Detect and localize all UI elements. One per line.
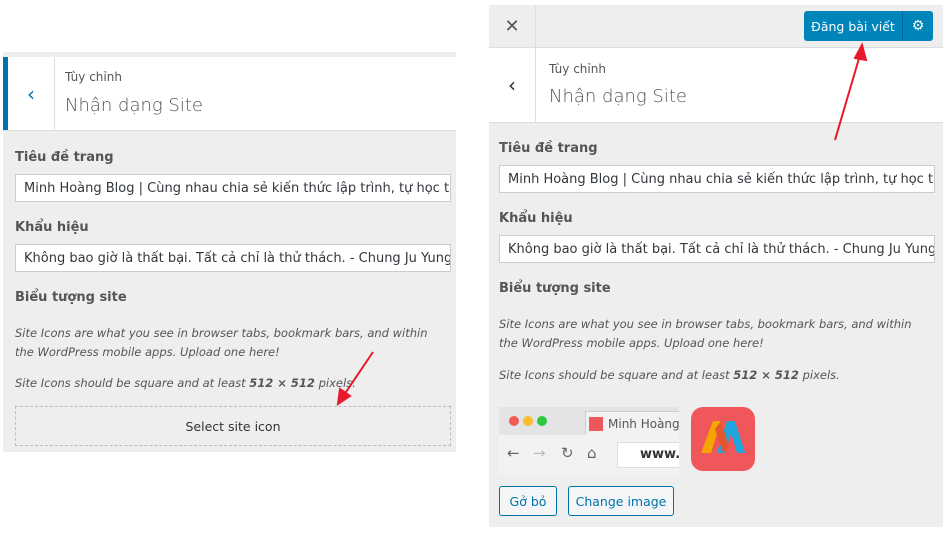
page-title: Nhận dạng Site — [65, 95, 203, 116]
close-button[interactable]: ✕ — [489, 5, 536, 47]
site-icon-label: Biểu tượng site — [499, 281, 611, 296]
favicon-icon — [589, 417, 603, 431]
reload-icon: ↻ — [561, 444, 574, 462]
close-icon: ✕ — [504, 15, 520, 37]
site-icon-size-note: Site Icons should be square and at least… — [15, 376, 356, 390]
traffic-lights — [509, 416, 519, 426]
remove-button[interactable]: Gở bỏ — [499, 486, 557, 516]
breadcrumb: Tùy chỉnh — [549, 62, 606, 76]
tagline-input[interactable]: Không bao giờ là thất bại. Tất cả chỉ là… — [499, 235, 935, 263]
preview-url-bar: www. — [617, 442, 679, 468]
site-title-input[interactable]: Minh Hoàng Blog | Cùng nhau chia sẻ kiến… — [499, 165, 935, 193]
section-header: ‹ Tùy chỉnh Nhận dạng Site — [3, 57, 456, 131]
preview-toolbar: ← → ↻ ⌂ www. — [499, 435, 679, 475]
back-button[interactable]: ‹ — [489, 48, 536, 122]
chevron-left-icon: ‹ — [27, 81, 35, 106]
left-customizer-panel: ‹ Tùy chỉnh Nhận dạng Site Tiêu đề trang… — [3, 52, 456, 452]
tagline-label: Khẩu hiệu — [15, 220, 89, 235]
back-button[interactable]: ‹ — [3, 57, 55, 130]
gear-icon: ⚙ — [911, 18, 925, 34]
change-image-button[interactable]: Change image — [568, 486, 674, 516]
section-header: ‹ Tùy chỉnh Nhận dạng Site — [489, 48, 943, 123]
publish-button[interactable]: Đăng bài viết — [804, 11, 902, 41]
site-icon-description: Site Icons are what you see in browser t… — [499, 317, 912, 350]
site-icon-size-note: Site Icons should be square and at least… — [499, 368, 840, 382]
page-title: Nhận dạng Site — [549, 86, 687, 107]
forward-arrow-icon: → — [533, 444, 546, 462]
site-icon-preview — [691, 407, 755, 471]
tagline-input[interactable]: Không bao giờ là thất bại. Tất cả chỉ là… — [15, 244, 451, 272]
site-icon-description: Site Icons are what you see in browser t… — [15, 326, 428, 359]
site-title-label: Tiêu đề trang — [15, 150, 114, 165]
top-bar: ✕ Đăng bài viết ⚙ — [489, 5, 943, 48]
breadcrumb: Tùy chỉnh — [65, 70, 122, 84]
preview-tab: Minh Hoàng — [585, 411, 679, 436]
select-site-icon-button[interactable]: Select site icon — [15, 406, 451, 446]
home-icon: ⌂ — [587, 444, 597, 462]
chevron-left-icon: ‹ — [508, 73, 516, 97]
site-title-input[interactable]: Minh Hoàng Blog | Cùng nhau chia sẻ kiến… — [15, 174, 451, 202]
tagline-label: Khẩu hiệu — [499, 211, 573, 226]
minhhoang-logo-icon — [701, 421, 745, 453]
publish-settings-button[interactable]: ⚙ — [902, 11, 933, 41]
site-title-label: Tiêu đề trang — [499, 141, 598, 156]
browser-preview: Minh Hoàng ← → ↻ ⌂ www. — [499, 407, 679, 475]
back-arrow-icon: ← — [507, 444, 520, 462]
site-icon-label: Biểu tượng site — [15, 290, 127, 305]
right-customizer-panel: ✕ Đăng bài viết ⚙ ‹ Tùy chỉnh Nhận dạng … — [489, 5, 943, 527]
